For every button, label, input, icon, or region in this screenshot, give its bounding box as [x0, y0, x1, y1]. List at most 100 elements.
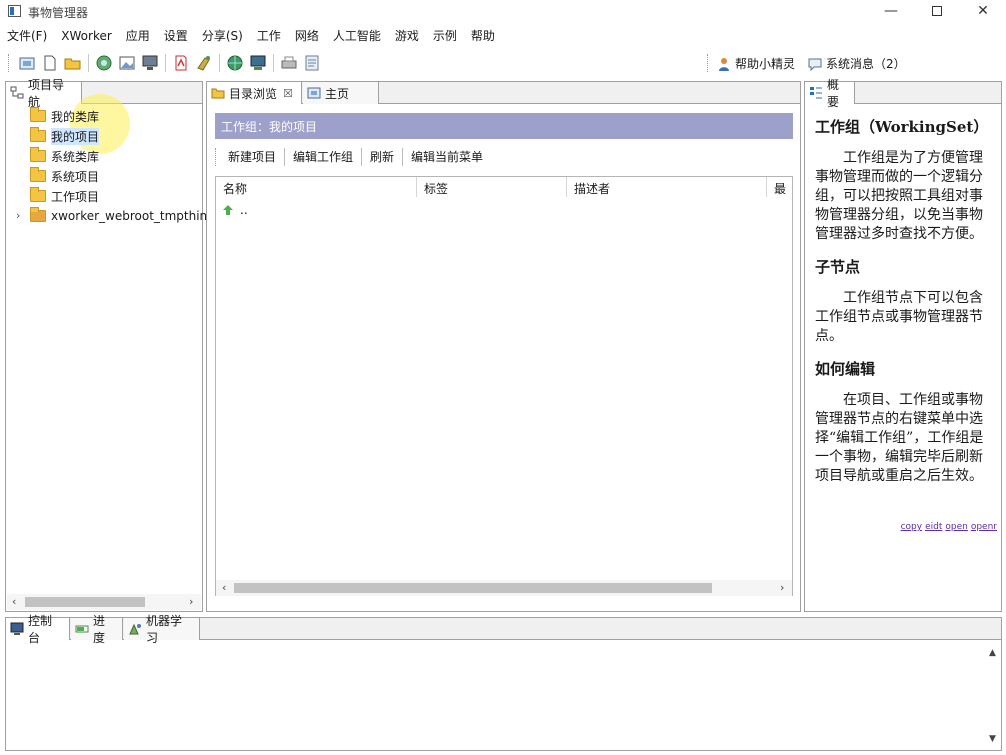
desktop-icon[interactable]	[249, 54, 267, 72]
edit-working-group-button[interactable]: 编辑工作组	[285, 148, 363, 166]
home-icon[interactable]	[18, 54, 36, 72]
tab-progress[interactable]: 进度	[71, 614, 123, 645]
scroll-up-icon[interactable]: ▲	[989, 648, 996, 658]
console-icon	[10, 622, 24, 636]
menu-network[interactable]: 网络	[288, 26, 326, 46]
new-file-icon[interactable]	[41, 54, 59, 72]
chevron-right-icon[interactable]: ›	[16, 209, 20, 222]
toolbar-separator	[165, 54, 166, 72]
tree-item-label: xworker_webroot_tmpthin	[51, 209, 208, 223]
helper-button[interactable]: 帮助小精灵	[717, 55, 795, 72]
app-icon	[8, 5, 21, 17]
section-text-how-to-edit: 在项目、工作组或事物管理器节点的右键菜单中选择“编辑工作组”，工作组是一个事物，…	[815, 392, 984, 484]
tree-item-my-projects[interactable]: 我的项目	[30, 127, 100, 145]
column-header-descriptor[interactable]: 描述者	[567, 177, 767, 197]
globe-icon[interactable]	[226, 54, 244, 72]
table-horizontal-scrollbar[interactable]: ‹ ›	[216, 580, 792, 596]
scroll-right-icon[interactable]: ›	[189, 595, 193, 608]
toolbar-grip	[8, 54, 11, 72]
tab-home[interactable]: 主页	[303, 82, 379, 104]
menu-examples[interactable]: 示例	[426, 26, 464, 46]
tab-summary[interactable]: 概要	[805, 78, 855, 109]
folder-icon	[30, 187, 46, 202]
close-button[interactable]: ✕	[960, 0, 1006, 24]
tab-project-nav[interactable]: 项目导航	[6, 78, 82, 109]
toolbar-separator	[88, 54, 89, 72]
tab-machine-learning[interactable]: 机器学习	[124, 614, 200, 645]
document-icon[interactable]	[303, 54, 321, 72]
tab-console[interactable]: 控制台	[6, 614, 70, 645]
menu-xworker[interactable]: XWorker	[54, 26, 119, 46]
open-folder-icon[interactable]	[64, 54, 82, 72]
package-folder-icon	[30, 207, 46, 222]
edit-link[interactable]: eidt	[925, 522, 942, 532]
tree-item-webroot[interactable]: xworker_webroot_tmpthin	[30, 207, 207, 225]
summary-content: 工作组（WorkingSet） 工作组是为了方便管理事物管理而做的一个逻辑分组，…	[815, 116, 995, 498]
toolbar-grip	[707, 54, 710, 72]
tree-item-my-library[interactable]: 我的类库	[30, 107, 99, 125]
outline-icon	[809, 86, 823, 100]
section-heading-how-to-edit: 如何编辑	[815, 360, 876, 378]
folder-icon	[30, 167, 46, 182]
scroll-left-icon[interactable]: ‹	[222, 581, 226, 594]
message-icon	[808, 57, 822, 71]
scrollbar-thumb[interactable]	[25, 597, 145, 607]
menu-app[interactable]: 应用	[119, 26, 157, 46]
maximize-button[interactable]	[914, 0, 960, 24]
tree-icon	[10, 86, 24, 100]
column-header-tags[interactable]: 标签	[417, 177, 567, 197]
tab-label: 目录浏览	[229, 86, 278, 101]
menu-settings[interactable]: 设置	[157, 26, 195, 46]
system-messages-button[interactable]: 系统消息（2）	[808, 55, 906, 72]
tab-label: 进度	[93, 614, 106, 645]
column-header-last[interactable]: 最后	[767, 177, 792, 197]
refresh-globe-icon[interactable]	[95, 54, 113, 72]
tree-item-label: 工作项目	[51, 189, 100, 204]
nav-horizontal-scrollbar[interactable]: ‹ ›	[7, 594, 201, 610]
tree-item-system-library[interactable]: 系统类库	[30, 147, 99, 165]
menu-help[interactable]: 帮助	[464, 26, 502, 46]
cleaner-icon[interactable]	[195, 54, 213, 72]
monitor-icon[interactable]	[141, 54, 159, 72]
tree-item-system-projects[interactable]: 系统项目	[30, 167, 99, 185]
new-project-button[interactable]: 新建项目	[220, 148, 286, 166]
scroll-left-icon[interactable]: ‹	[12, 595, 16, 608]
menu-share[interactable]: 分享(S)	[195, 26, 250, 46]
menu-bar: 文件(F) XWorker 应用 设置 分享(S) 工作 网络 人工智能 游戏 …	[0, 26, 502, 46]
open-link[interactable]: open	[945, 522, 967, 532]
messages-label: 系统消息（2）	[826, 57, 906, 71]
tab-directory-browse[interactable]: 目录浏览 ☒	[207, 82, 302, 104]
scroll-down-icon[interactable]: ▼	[989, 734, 996, 744]
section-heading-working-set: 工作组（WorkingSet）	[815, 118, 989, 136]
summary-tabstrip: 概要	[805, 78, 1001, 109]
toolbar-grip	[215, 148, 218, 166]
progress-icon	[75, 622, 89, 636]
openr-link[interactable]: openr	[971, 522, 997, 532]
table-row-parent[interactable]: ..	[222, 203, 248, 217]
pdf-icon[interactable]	[172, 54, 190, 72]
tab-label: 控制台	[28, 614, 53, 645]
menu-ai[interactable]: 人工智能	[326, 26, 388, 46]
menu-games[interactable]: 游戏	[388, 26, 426, 46]
tab-label: 概要	[827, 78, 840, 109]
home-icon	[307, 86, 321, 100]
menu-work[interactable]: 工作	[250, 26, 288, 46]
toolbar: 帮助小精灵 系统消息（2）	[0, 51, 1006, 75]
tree-item-work-projects[interactable]: 工作项目	[30, 187, 99, 205]
image-icon[interactable]	[118, 54, 136, 72]
close-tab-icon[interactable]: ☒	[283, 87, 293, 100]
scrollbar-thumb[interactable]	[234, 583, 712, 593]
minimize-button[interactable]: —	[868, 0, 914, 24]
console-panel: 控制台 进度 机器学习 ▲ ▼	[5, 614, 1002, 751]
machine-learning-icon	[128, 622, 142, 636]
printer-icon[interactable]	[280, 54, 298, 72]
tree-item-label: 我的类库	[51, 109, 100, 124]
menu-file[interactable]: 文件(F)	[0, 26, 54, 46]
column-header-name[interactable]: 名称	[216, 177, 417, 197]
copy-link[interactable]: copy	[901, 522, 923, 532]
edit-current-menu-button[interactable]: 编辑当前菜单	[403, 148, 491, 166]
refresh-button[interactable]: 刷新	[362, 148, 404, 166]
tree-item-label: 系统类库	[51, 149, 100, 164]
scroll-right-icon[interactable]: ›	[780, 581, 784, 594]
project-nav-panel: 项目导航 我的类库 我的项目 系统类库 系统项目 工作项目 › xworker_…	[5, 78, 207, 612]
